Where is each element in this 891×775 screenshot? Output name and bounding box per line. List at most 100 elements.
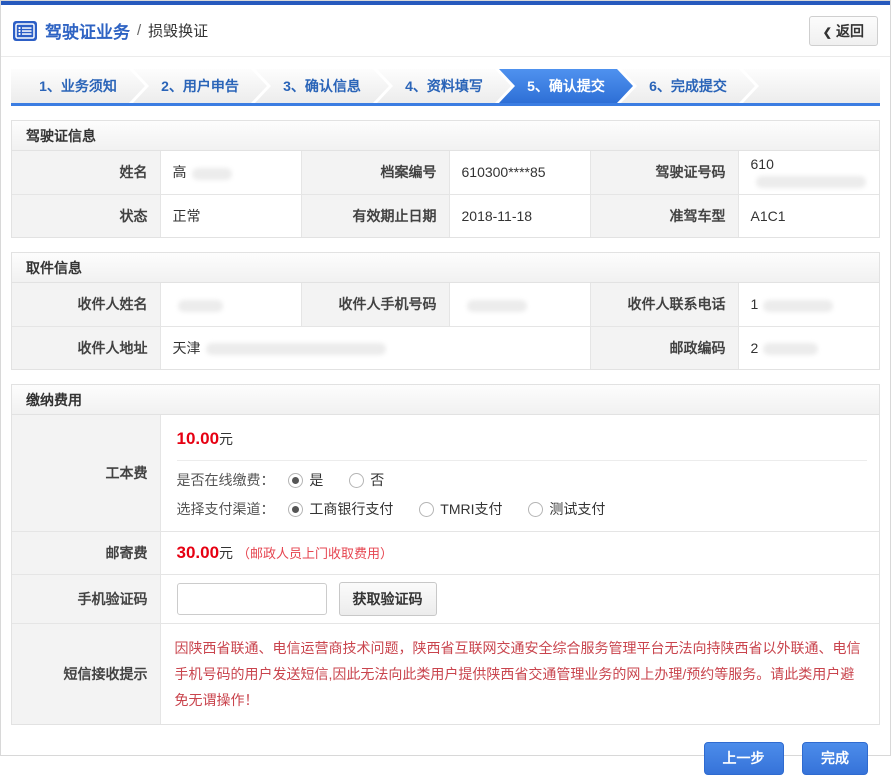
step-1-label: 1、业务须知: [39, 78, 117, 94]
recipient-name-value: [160, 283, 301, 326]
license-list-icon: [13, 21, 37, 41]
radio-option-test[interactable]: 测试支付: [528, 501, 605, 517]
page-container: 驾驶证业务 / 损毁换证 ❮返回 1、业务须知 2、用户申告 3、确认信息 4、…: [0, 0, 891, 756]
masked-blur: [756, 176, 866, 188]
breadcrumb-separator: /: [137, 22, 141, 39]
recipient-address-label: 收件人地址: [12, 326, 160, 369]
get-captcha-button[interactable]: 获取验证码: [339, 582, 437, 616]
step-wizard-filler: [743, 69, 880, 103]
table-row: 收件人姓名 收件人手机号码 收件人联系电话 1: [12, 283, 879, 326]
step-wizard: 1、业务须知 2、用户申告 3、确认信息 4、资料填写 5、确认提交 6、完成提…: [11, 69, 880, 106]
file-number-value: 610300****85: [449, 151, 590, 194]
recipient-address-value: 天津: [160, 326, 590, 369]
table-row: 邮寄费 30.00元（邮政人员上门收取费用）: [12, 532, 879, 575]
online-payment-option-row: 是否在线缴费： 是 否: [161, 461, 880, 490]
section-pickup-info: 取件信息 收件人姓名 收件人手机号码 收件人联系电话 1 收件人地址 天津 邮政…: [11, 252, 880, 370]
payment-channel-option-row: 选择支付渠道： 工商银行支付 TMRI支付 测试支付: [161, 490, 880, 531]
section-payment-title: 缴纳费用: [12, 385, 879, 415]
postage-note: （邮政人员上门收取费用）: [237, 546, 393, 561]
zip-code-value: 2: [738, 326, 879, 369]
page-title: 驾驶证业务: [45, 18, 130, 43]
masked-blur: [763, 343, 818, 355]
step-2-user-declaration: 2、用户申告: [133, 69, 267, 103]
table-row: 状态 正常 有效期止日期 2018-11-18 准驾车型 A1C1: [12, 194, 879, 237]
production-fee-label: 工本费: [12, 415, 160, 532]
step-3-confirm-info: 3、确认信息: [255, 69, 389, 103]
page-header: 驾驶证业务 / 损毁换证 ❮返回: [1, 5, 890, 57]
license-number-label: 驾驶证号码: [590, 151, 738, 194]
step-6-finish-submit: 6、完成提交: [621, 69, 755, 103]
file-number-label: 档案编号: [301, 151, 449, 194]
back-button[interactable]: ❮返回: [809, 16, 878, 46]
masked-blur: [763, 300, 833, 312]
sms-captcha-cell: 获取验证码: [160, 575, 879, 624]
breadcrumb-current: 损毁换证: [148, 20, 208, 41]
captcha-row: 获取验证码: [161, 575, 880, 623]
step-5-label: 5、确认提交: [527, 78, 605, 94]
step-4-fill-data: 4、资料填写: [377, 69, 511, 103]
masked-blur: [206, 343, 386, 355]
payment-channel-label: 选择支付渠道：: [177, 501, 275, 517]
back-button-label: 返回: [836, 23, 864, 39]
step-3-label: 3、确认信息: [283, 78, 361, 94]
radio-test-icon[interactable]: [528, 502, 543, 517]
masked-blur: [467, 300, 527, 312]
sms-notice-cell: 因陕西省联通、电信运营商技术问题，陕西省互联网交通安全综合服务管理平台无法向持陕…: [160, 624, 879, 725]
table-row: 手机验证码 获取验证码: [12, 575, 879, 624]
status-value: 正常: [160, 194, 301, 237]
recipient-phone-value: 1: [738, 283, 879, 326]
online-payment-label: 是否在线缴费：: [177, 472, 275, 488]
expiry-date-value: 2018-11-18: [449, 194, 590, 237]
radio-option-icbc[interactable]: 工商银行支付: [288, 501, 393, 517]
recipient-phone-label: 收件人联系电话: [590, 283, 738, 326]
license-info-table: 姓名 高 档案编号 610300****85 驾驶证号码 610 状态 正常 有…: [12, 151, 879, 237]
recipient-mobile-label: 收件人手机号码: [301, 283, 449, 326]
section-license-info: 驾驶证信息 姓名 高 档案编号 610300****85 驾驶证号码 610 状…: [11, 120, 880, 238]
recipient-mobile-value: [449, 283, 590, 326]
table-row: 工本费 10.00元 是否在线缴费： 是 否 选择支付渠道： 工商银行支付 TM…: [12, 415, 879, 532]
payment-table: 工本费 10.00元 是否在线缴费： 是 否 选择支付渠道： 工商银行支付 TM…: [12, 415, 879, 724]
previous-step-button[interactable]: 上一步: [704, 742, 784, 775]
table-row: 收件人地址 天津 邮政编码 2: [12, 326, 879, 369]
step-1-business-notice: 1、业务须知: [11, 69, 145, 103]
sms-notice-text: 因陕西省联通、电信运营商技术问题，陕西省互联网交通安全综合服务管理平台无法向持陕…: [161, 624, 880, 724]
postage-fee-value: 30.00元（邮政人员上门收取费用）: [160, 532, 879, 575]
production-fee-amount: 10.00元: [161, 415, 880, 460]
section-payment-fees: 缴纳费用 工本费 10.00元 是否在线缴费： 是 否 选择支付渠道: [11, 384, 880, 725]
section-pickup-title: 取件信息: [12, 253, 879, 283]
step-5-confirm-submit-active: 5、确认提交: [499, 69, 633, 103]
vehicle-class-value: A1C1: [738, 194, 879, 237]
radio-option-tmri[interactable]: TMRI支付: [419, 501, 502, 517]
masked-blur: [178, 300, 223, 312]
radio-tmri-icon[interactable]: [419, 502, 434, 517]
name-label: 姓名: [12, 151, 160, 194]
radio-no-icon[interactable]: [349, 473, 364, 488]
step-2-label: 2、用户申告: [161, 78, 239, 94]
pickup-info-table: 收件人姓名 收件人手机号码 收件人联系电话 1 收件人地址 天津 邮政编码 2: [12, 283, 879, 369]
production-fee-cell: 10.00元 是否在线缴费： 是 否 选择支付渠道： 工商银行支付 TMRI支付…: [160, 415, 879, 532]
sms-captcha-label: 手机验证码: [12, 575, 160, 624]
section-license-title: 驾驶证信息: [12, 121, 879, 151]
expiry-date-label: 有效期止日期: [301, 194, 449, 237]
table-row: 短信接收提示 因陕西省联通、电信运营商技术问题，陕西省互联网交通安全综合服务管理…: [12, 624, 879, 725]
captcha-input[interactable]: [177, 583, 327, 615]
radio-icbc-icon[interactable]: [288, 502, 303, 517]
name-value: 高: [160, 151, 301, 194]
postage-fee-label: 邮寄费: [12, 532, 160, 575]
finish-button[interactable]: 完成: [802, 742, 868, 775]
main-content: 驾驶证信息 姓名 高 档案编号 610300****85 驾驶证号码 610 状…: [1, 120, 890, 775]
step-4-label: 4、资料填写: [405, 78, 483, 94]
zip-code-label: 邮政编码: [590, 326, 738, 369]
vehicle-class-label: 准驾车型: [590, 194, 738, 237]
footer-actions: 上一步 完成: [11, 725, 880, 775]
masked-blur: [192, 168, 232, 180]
status-label: 状态: [12, 194, 160, 237]
radio-yes-icon[interactable]: [288, 473, 303, 488]
table-row: 姓名 高 档案编号 610300****85 驾驶证号码 610: [12, 151, 879, 194]
radio-option-no[interactable]: 否: [349, 472, 384, 488]
sms-notice-label: 短信接收提示: [12, 624, 160, 725]
radio-option-yes[interactable]: 是: [288, 472, 323, 488]
license-number-value: 610: [738, 151, 879, 194]
recipient-name-label: 收件人姓名: [12, 283, 160, 326]
step-6-label: 6、完成提交: [649, 78, 727, 94]
